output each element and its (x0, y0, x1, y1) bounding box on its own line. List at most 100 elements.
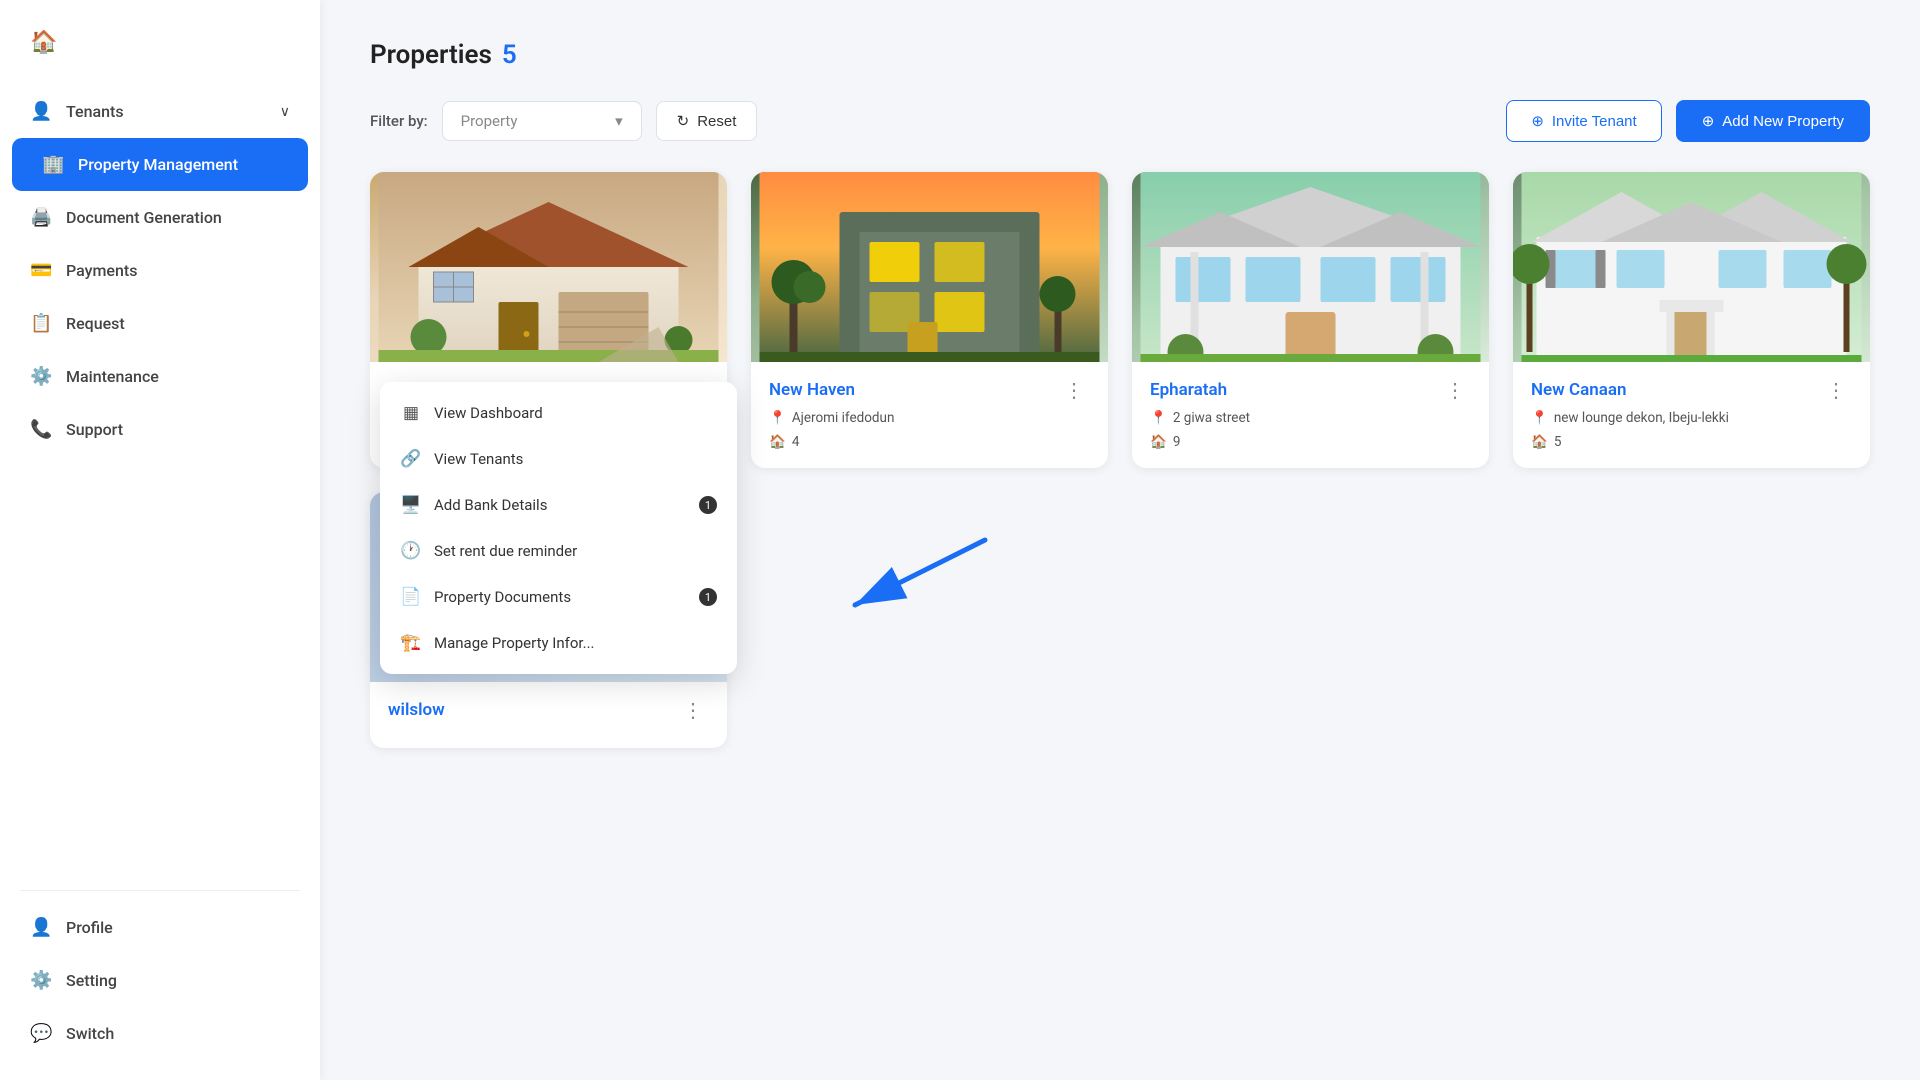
tenants-icon: 👤 (30, 101, 52, 122)
card-units-new-canaan: 🏠 5 (1531, 434, 1852, 450)
tenants-icon: 🔗 (400, 449, 422, 469)
sidebar-item-label: Setting (66, 971, 117, 990)
sidebar-item-tenants[interactable]: 👤 Tenants ∨ (0, 85, 320, 138)
location-icon: 📍 (1531, 410, 1548, 426)
dropdown-item-add-bank-details[interactable]: 🖥️ Add Bank Details 1 (380, 482, 737, 528)
card-location-epharatah: 📍 2 giwa street (1150, 410, 1471, 426)
sidebar-item-label: Maintenance (66, 367, 159, 386)
maintenance-icon: ⚙️ (30, 366, 52, 387)
card-body-wilslow: wilslow ⋮ (370, 682, 727, 748)
dropdown-item-label: View Dashboard (434, 404, 543, 422)
card-menu-button-wilslow[interactable]: ⋮ (677, 698, 709, 722)
sidebar-item-payments[interactable]: 💳 Payments (0, 244, 320, 297)
sidebar-item-label: Tenants (66, 102, 124, 121)
sidebar: 🏠 👤 Tenants ∨ 🏢 Property Management 🖨️ D… (0, 0, 320, 1080)
card-title-row: wilslow ⋮ (388, 698, 709, 722)
sidebar-item-label: Support (66, 420, 123, 439)
request-icon: 📋 (30, 313, 52, 334)
card-location-new-haven: 📍 Ajeromi ifedodun (769, 410, 1090, 426)
chevron-down-icon: ▾ (615, 112, 623, 130)
payments-icon: 💳 (30, 260, 52, 281)
property-card-testing-estate: Testing Estate ⋮ ▦ View Dashboard 🔗 View… (370, 172, 727, 468)
dropdown-item-set-rent-reminder[interactable]: 🕐 Set rent due reminder (380, 528, 737, 574)
sidebar-item-label: Document Generation (66, 208, 222, 227)
dropdown-item-label: Property Documents (434, 588, 571, 606)
card-menu-button-epharatah[interactable]: ⋮ (1439, 378, 1471, 402)
clock-icon: 🕐 (400, 541, 422, 561)
card-menu-button-new-canaan[interactable]: ⋮ (1820, 378, 1852, 402)
dropdown-item-property-documents[interactable]: 📄 Property Documents 1 (380, 574, 737, 620)
card-title-new-canaan[interactable]: New Canaan (1531, 380, 1626, 400)
sidebar-item-label: Request (66, 314, 125, 333)
switch-icon: 💬 (30, 1023, 52, 1044)
add-label: Add New Property (1722, 113, 1844, 130)
card-title-new-haven[interactable]: New Haven (769, 380, 855, 400)
units-count: 9 (1173, 434, 1181, 450)
invite-label: Invite Tenant (1552, 113, 1637, 130)
property-filter-select[interactable]: Property ▾ (442, 101, 642, 141)
page-title: Properties 5 (370, 40, 517, 70)
sidebar-item-label: Property Management (78, 155, 238, 174)
add-new-property-button[interactable]: ⊕ Add New Property (1676, 100, 1870, 142)
sidebar-item-request[interactable]: 📋 Request (0, 297, 320, 350)
invite-icon: ⊕ (1531, 112, 1544, 130)
sidebar-logo: 🏠 (0, 20, 320, 85)
house-illustration-4 (1513, 172, 1870, 362)
location-icon: 📍 (1150, 410, 1167, 426)
dashboard-icon: ▦ (400, 403, 422, 423)
dropdown-item-label: Set rent due reminder (434, 542, 577, 560)
sidebar-item-label: Switch (66, 1024, 114, 1043)
sidebar-item-profile[interactable]: 👤 Profile (0, 901, 320, 954)
property-image-epharatah (1132, 172, 1489, 362)
filter-select-value: Property (461, 112, 585, 130)
manage-icon: 🏗️ (400, 633, 422, 653)
sidebar-divider (20, 890, 300, 891)
sidebar-item-setting[interactable]: ⚙️ Setting (0, 954, 320, 1007)
card-units-new-haven: 🏠 4 (769, 434, 1090, 450)
dropdown-item-view-dashboard[interactable]: ▦ View Dashboard (380, 390, 737, 436)
home-icon: 🏠 (769, 434, 786, 450)
page-title-text: Properties (370, 40, 492, 70)
dropdown-item-manage-property-info[interactable]: 🏗️ Manage Property Infor... (380, 620, 737, 666)
dropdown-item-view-tenants[interactable]: 🔗 View Tenants (380, 436, 737, 482)
bank-badge: 1 (699, 496, 717, 514)
dropdown-item-label: Manage Property Infor... (434, 634, 594, 652)
location-text: new lounge dekon, Ibeju-lekki (1554, 410, 1729, 426)
add-icon: ⊕ (1702, 112, 1715, 130)
card-title-epharatah[interactable]: Epharatah (1150, 380, 1227, 400)
property-card-new-haven: New Haven ⋮ 📍 Ajeromi ifedodun 🏠 4 (751, 172, 1108, 468)
property-card-epharatah: Epharatah ⋮ 📍 2 giwa street 🏠 9 (1132, 172, 1489, 468)
card-menu-button-new-haven[interactable]: ⋮ (1058, 378, 1090, 402)
card-body-new-haven: New Haven ⋮ 📍 Ajeromi ifedodun 🏠 4 (751, 362, 1108, 468)
location-text: Ajeromi ifedodun (792, 410, 895, 426)
setting-icon: ⚙️ (30, 970, 52, 991)
property-count-badge: 5 (502, 40, 517, 70)
sidebar-item-document-generation[interactable]: 🖨️ Document Generation (0, 191, 320, 244)
sidebar-navigation: 👤 Tenants ∨ 🏢 Property Management 🖨️ Doc… (0, 85, 320, 1060)
card-title-wilslow[interactable]: wilslow (388, 700, 445, 720)
sidebar-item-support[interactable]: 📞 Support (0, 403, 320, 456)
reset-button[interactable]: ↻ Reset (656, 101, 758, 141)
card-title-row: New Canaan ⋮ (1531, 378, 1852, 402)
dropdown-item-label: Add Bank Details (434, 496, 547, 514)
sidebar-bottom: 👤 Profile ⚙️ Setting 💬 Switch (0, 880, 320, 1060)
invite-tenant-button[interactable]: ⊕ Invite Tenant (1506, 100, 1661, 142)
property-image-new-haven (751, 172, 1108, 362)
units-count: 5 (1554, 434, 1562, 450)
property-image-new-canaan (1513, 172, 1870, 362)
reset-label: Reset (697, 113, 736, 130)
property-image-testing-estate (370, 172, 727, 362)
sidebar-item-maintenance[interactable]: ⚙️ Maintenance (0, 350, 320, 403)
main-content: Properties 5 Filter by: Property ▾ ↻ Res… (320, 0, 1920, 1080)
card-title-row: New Haven ⋮ (769, 378, 1090, 402)
card-units-epharatah: 🏠 9 (1150, 434, 1471, 450)
sidebar-item-switch[interactable]: 💬 Switch (0, 1007, 320, 1060)
location-text: 2 giwa street (1173, 410, 1250, 426)
sidebar-item-label: Profile (66, 918, 113, 937)
sidebar-item-property-management[interactable]: 🏢 Property Management (12, 138, 308, 191)
documents-badge: 1 (699, 588, 717, 606)
filter-row: Filter by: Property ▾ ↻ Reset ⊕ Invite T… (370, 100, 1870, 142)
dropdown-item-label: View Tenants (434, 450, 523, 468)
support-icon: 📞 (30, 419, 52, 440)
home-icon: 🏠 (1150, 434, 1167, 450)
